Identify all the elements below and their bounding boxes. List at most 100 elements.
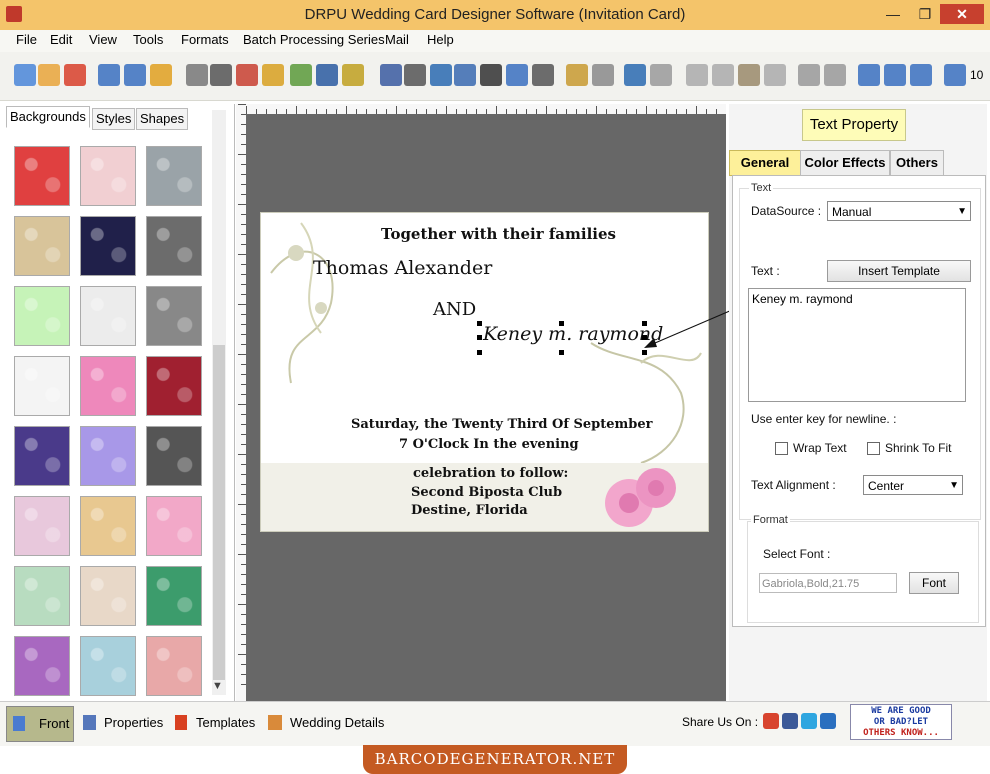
fit-icon[interactable]	[910, 64, 932, 86]
left-scrollbar-thumb[interactable]	[213, 345, 225, 680]
background-thumbnail[interactable]	[14, 216, 70, 276]
menu-mail[interactable]: Mail	[385, 32, 409, 47]
background-thumbnail[interactable]	[146, 566, 202, 626]
menu-help[interactable]: Help	[427, 32, 454, 47]
text-icon[interactable]	[430, 64, 452, 86]
font-value-field[interactable]: Gabriola,Bold,21.75	[759, 573, 897, 593]
insert-template-button[interactable]: Insert Template	[827, 260, 971, 282]
barcode2-icon[interactable]	[404, 64, 426, 86]
menu-batch-processing[interactable]: Batch Processing Series	[243, 32, 385, 47]
shrink-fit-checkbox[interactable]	[867, 442, 880, 455]
card-reception[interactable]: celebration to follow:	[413, 466, 568, 481]
tab-styles[interactable]: Styles	[92, 108, 136, 130]
feedback-badge[interactable]: WE ARE GOOD OR BAD?LET OTHERS KNOW...	[850, 704, 952, 740]
menu-edit[interactable]: Edit	[50, 32, 72, 47]
background-thumbnail[interactable]	[14, 566, 70, 626]
copy2-icon[interactable]	[712, 64, 734, 86]
copy-icon[interactable]	[686, 64, 708, 86]
restore-button[interactable]: ❐	[912, 4, 938, 24]
twitter-icon[interactable]	[801, 713, 817, 729]
database2-icon[interactable]	[592, 64, 614, 86]
actual-size-icon[interactable]	[884, 64, 906, 86]
background-thumbnail[interactable]	[14, 286, 70, 346]
background-thumbnail[interactable]	[14, 496, 70, 556]
background-thumbnail[interactable]	[80, 566, 136, 626]
background-thumbnail[interactable]	[80, 356, 136, 416]
background-thumbnail[interactable]	[80, 496, 136, 556]
tab-backgrounds[interactable]: Backgrounds	[6, 106, 90, 128]
background-thumbnail[interactable]	[146, 426, 202, 486]
add-image-icon[interactable]	[290, 64, 312, 86]
export-icon[interactable]	[150, 64, 172, 86]
card-venue[interactable]: Second Biposta Club	[411, 485, 562, 500]
scroll-down-icon[interactable]: ▼	[212, 680, 223, 692]
menu-file[interactable]: File	[16, 32, 37, 47]
text-value-area[interactable]: Keney m. raymond	[748, 288, 966, 402]
background-thumbnail[interactable]	[80, 146, 136, 206]
card-city[interactable]: Destine, Florida	[411, 503, 528, 518]
save-as-icon[interactable]	[124, 64, 146, 86]
background-thumbnail[interactable]	[80, 216, 136, 276]
print-batch-icon[interactable]	[236, 64, 258, 86]
menu-view[interactable]: View	[89, 32, 117, 47]
menu-formats[interactable]: Formats	[181, 32, 229, 47]
paste2-icon[interactable]	[764, 64, 786, 86]
background-thumbnail[interactable]	[14, 356, 70, 416]
background-thumbnail[interactable]	[80, 286, 136, 346]
alignment-select[interactable]: Center ▼	[863, 475, 963, 495]
database-icon[interactable]	[566, 64, 588, 86]
background-thumbnail[interactable]	[14, 146, 70, 206]
card-date[interactable]: Saturday, the Twenty Third Of September	[351, 417, 652, 432]
redo-icon[interactable]	[650, 64, 672, 86]
background-thumbnail[interactable]	[146, 216, 202, 276]
picture-icon[interactable]	[342, 64, 364, 86]
word-art-icon[interactable]	[454, 64, 476, 86]
background-thumbnail[interactable]	[80, 636, 136, 696]
paste-icon[interactable]	[738, 64, 760, 86]
gift-icon[interactable]	[262, 64, 284, 86]
datasource-select[interactable]: Manual ▼	[827, 201, 971, 221]
tab-wedding-details[interactable]: Wedding Details	[266, 706, 390, 740]
background-thumbnail[interactable]	[14, 636, 70, 696]
tab-general[interactable]: General	[729, 150, 801, 176]
close-button[interactable]: ✕	[940, 4, 984, 24]
signature-icon[interactable]	[480, 64, 502, 86]
google-plus-icon[interactable]	[763, 713, 779, 729]
invitation-card[interactable]: Together with their families Thomas Alex…	[260, 212, 709, 532]
pen-icon[interactable]	[316, 64, 338, 86]
tab-others[interactable]: Others	[890, 150, 944, 176]
undo-icon[interactable]	[624, 64, 646, 86]
background-thumbnail[interactable]	[146, 636, 202, 696]
card-time[interactable]: 7 O'Clock In the evening	[399, 437, 579, 452]
close-doc-icon[interactable]	[64, 64, 86, 86]
send-back-icon[interactable]	[824, 64, 846, 86]
tab-properties[interactable]: Properties	[80, 706, 164, 740]
background-thumbnail[interactable]	[14, 426, 70, 486]
save-icon[interactable]	[98, 64, 120, 86]
open-icon[interactable]	[38, 64, 60, 86]
linkedin-icon[interactable]	[820, 713, 836, 729]
facebook-icon[interactable]	[782, 713, 798, 729]
mail-icon[interactable]	[506, 64, 528, 86]
background-thumbnail[interactable]	[146, 286, 202, 346]
barcode-icon[interactable]	[380, 64, 402, 86]
background-thumbnail[interactable]	[146, 356, 202, 416]
minimize-button[interactable]: —	[880, 4, 906, 24]
bring-front-icon[interactable]	[798, 64, 820, 86]
print-icon[interactable]	[210, 64, 232, 86]
grid-icon[interactable]	[858, 64, 880, 86]
zoom-in-icon[interactable]	[944, 64, 966, 86]
background-thumbnail[interactable]	[146, 146, 202, 206]
background-thumbnail[interactable]	[80, 426, 136, 486]
font-button[interactable]: Font	[909, 572, 959, 594]
properties-icon[interactable]	[186, 64, 208, 86]
tab-color-effects[interactable]: Color Effects	[800, 150, 890, 176]
menu-tools[interactable]: Tools	[133, 32, 163, 47]
new-icon[interactable]	[14, 64, 36, 86]
line-icon[interactable]	[532, 64, 554, 86]
background-thumbnail[interactable]	[146, 496, 202, 556]
tab-shapes[interactable]: Shapes	[136, 108, 189, 130]
tab-front[interactable]: Front	[6, 706, 74, 742]
wrap-text-checkbox[interactable]	[775, 442, 788, 455]
tab-templates[interactable]: Templates	[172, 706, 260, 740]
